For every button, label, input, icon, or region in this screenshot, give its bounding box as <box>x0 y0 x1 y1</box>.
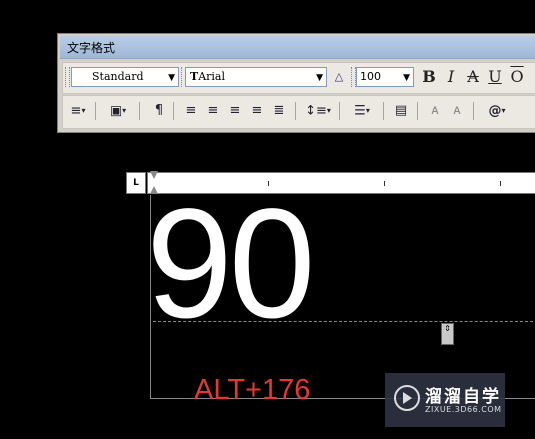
text-format-toolbar: 文字格式 Standard ▼ TArial ▼ △ 100 ▼ B I A U… <box>57 33 535 133</box>
separator <box>417 102 418 120</box>
columns-icon: ≡ <box>70 103 82 119</box>
align-right-icon[interactable]: ≡ <box>225 101 245 121</box>
underline-button[interactable]: U <box>486 66 504 88</box>
align-left-icon[interactable]: ≡ <box>181 101 201 121</box>
resize-handle-icon[interactable]: ⇕ <box>441 323 454 345</box>
mtext-content[interactable]: 90 <box>146 186 316 342</box>
chevron-down-icon: ▾ <box>365 106 370 115</box>
watermark-title: 溜溜自学 <box>425 387 501 407</box>
bold-button[interactable]: B <box>420 66 438 88</box>
paragraph-button[interactable]: ¶ <box>149 101 169 121</box>
toolbar-title: 文字格式 <box>67 41 116 55</box>
watermark-logo: 溜溜自学 ZIXUE.3D66.COM <box>385 373 505 427</box>
ruler-tick <box>384 181 385 186</box>
text-align-box-button[interactable]: ▣▾ <box>103 101 133 121</box>
line-spacing-button[interactable]: ↕≡▾ <box>303 101 333 121</box>
chevron-down-icon: ▾ <box>122 106 127 115</box>
distribute-icon[interactable]: ≣ <box>269 101 289 121</box>
strikethrough-button[interactable]: A <box>464 66 482 88</box>
toolbar-row-2: ≡▾ ▣▾ ¶ ≡ ≡ ≡ ≡ ≣ ↕≡▾ ☰▾ ▤ ᴀ ᴀ @▾ <box>62 95 535 129</box>
overline-button[interactable]: O <box>508 66 526 88</box>
toolbar-row-1: Standard ▼ TArial ▼ △ 100 ▼ B I A U O <box>62 62 535 94</box>
chevron-down-icon: ▼ <box>403 73 410 83</box>
numbered-list-icon: ☰ <box>354 103 366 119</box>
truetype-icon: T <box>190 70 199 83</box>
font-select-value: Arial <box>198 70 225 83</box>
annotative-icon[interactable]: △ <box>331 66 347 88</box>
italic-button[interactable]: I <box>442 66 460 88</box>
toolbar-title-bar[interactable]: 文字格式 <box>60 36 535 59</box>
columns-button[interactable]: ≡▾ <box>65 101 91 121</box>
separator <box>383 102 384 120</box>
style-select[interactable]: Standard ▼ <box>71 67 179 87</box>
numbering-button[interactable]: ☰▾ <box>347 101 377 121</box>
chevron-down-icon: ▼ <box>316 73 323 83</box>
separator <box>173 102 174 120</box>
chevron-down-icon: ▾ <box>81 106 86 115</box>
text-height-select[interactable]: 100 ▼ <box>356 67 414 87</box>
chevron-down-icon: ▾ <box>501 106 506 115</box>
lowercase-icon[interactable]: ᴀ <box>447 101 467 121</box>
separator <box>139 102 140 120</box>
watermark-url: ZIXUE.3D66.COM <box>425 405 502 414</box>
line-spacing-icon: ↕≡ <box>305 103 327 119</box>
tab-type-button[interactable]: L <box>126 172 146 194</box>
separator <box>295 102 296 120</box>
play-icon <box>394 385 420 411</box>
insert-field-icon[interactable]: ▤ <box>391 101 411 121</box>
symbol-button[interactable]: @▾ <box>481 101 513 121</box>
justify-box-icon: ▣ <box>109 103 123 119</box>
style-select-value: Standard <box>92 70 144 83</box>
separator <box>473 102 474 120</box>
shortcut-annotation: ALT+176 <box>194 374 311 406</box>
chevron-down-icon: ▼ <box>168 73 175 83</box>
ruler-tick <box>500 181 501 186</box>
chevron-down-icon: ▾ <box>326 106 331 115</box>
text-height-value: 100 <box>360 70 381 83</box>
align-center-icon[interactable]: ≡ <box>203 101 223 121</box>
font-select[interactable]: TArial ▼ <box>185 67 327 87</box>
separator <box>95 102 96 120</box>
grip-handle[interactable] <box>65 67 70 87</box>
uppercase-icon[interactable]: ᴀ <box>425 101 445 121</box>
at-symbol-icon: @ <box>488 103 502 119</box>
separator <box>339 102 340 120</box>
justify-icon[interactable]: ≡ <box>247 101 267 121</box>
